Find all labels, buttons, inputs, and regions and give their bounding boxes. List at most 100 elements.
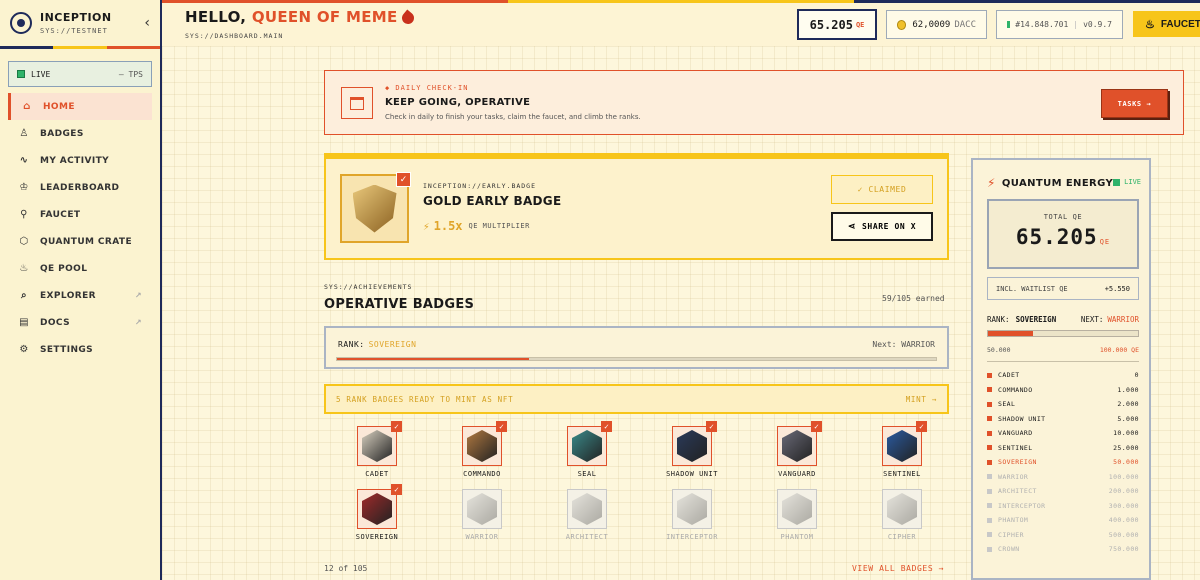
- tier-value: 2.000: [1117, 400, 1139, 409]
- view-all-badges-link[interactable]: VIEW ALL BADGES →: [852, 564, 944, 573]
- tier-value: 5.000: [1117, 414, 1139, 423]
- cube-icon: ⬡: [19, 236, 29, 247]
- tier-phantom: PHANTOM 400.000: [987, 513, 1139, 528]
- quantum-progress-fill: [988, 331, 1033, 336]
- checkmark-icon: ✓: [811, 421, 822, 432]
- coin-icon: [897, 19, 907, 30]
- next-rank: Next: WARRIOR: [872, 340, 935, 349]
- badge-name: CADET: [365, 470, 389, 478]
- tier-cadet: CADET 0: [987, 368, 1139, 383]
- checkmark-icon: ✓: [496, 421, 507, 432]
- total-qe-label: TOTAL QE: [1043, 213, 1083, 221]
- quantum-rank: RANK: SOVEREIGN NEXT: WARRIOR: [987, 315, 1139, 324]
- badge-sentinel[interactable]: ✓ SENTINEL: [849, 421, 955, 478]
- sidebar-item-docs[interactable]: ▤ DOCS ↗: [8, 309, 152, 336]
- badge-seal[interactable]: ✓ SEAL: [534, 421, 640, 478]
- badge-emblem-icon: [782, 493, 812, 525]
- dacc-balance[interactable]: 62,0009 DACC: [886, 10, 987, 39]
- chili-icon: [399, 9, 416, 26]
- collapse-sidebar-button[interactable]: ‹: [144, 15, 150, 31]
- greeting-text: HELLO,: [185, 8, 247, 26]
- trophy-icon: ♔: [19, 182, 29, 193]
- tier-marker: [987, 503, 992, 509]
- tasks-button[interactable]: TASKS →: [1101, 89, 1168, 118]
- block-info: #14.848.701 | v0.9.7: [996, 10, 1123, 39]
- live-label: LIVE: [31, 69, 51, 79]
- tier-value: 0: [1134, 371, 1139, 380]
- sidebar-item-faucet[interactable]: ⚲ FAUCET: [8, 201, 152, 228]
- tier-value: 10.000: [1113, 429, 1139, 438]
- badge-shadow-unit[interactable]: ✓ SHADOW UNIT: [639, 421, 745, 478]
- faucet-button[interactable]: ♨ FAUCET: [1133, 11, 1200, 37]
- tps-value: — TPS: [118, 69, 143, 79]
- sidebar-item-settings[interactable]: ⚙ SETTINGS: [8, 336, 152, 363]
- qe-balance[interactable]: 65.205 QE: [797, 9, 877, 40]
- external-link-icon: ↗: [134, 318, 142, 327]
- badge-icon: ♙: [19, 128, 29, 139]
- badge-emblem-icon: [887, 493, 917, 525]
- badge-emblem-icon: [467, 493, 497, 525]
- badge-emblem-icon: [677, 430, 707, 462]
- quantum-progress-track: [987, 330, 1139, 337]
- tier-marker: [987, 401, 992, 407]
- sidebar-item-leaderboard[interactable]: ♔ LEADERBOARD: [8, 174, 152, 201]
- sidebar-item-badges[interactable]: ♙ BADGES: [8, 120, 152, 147]
- checkin-tag: ◆ DAILY CHECK-IN: [385, 84, 469, 92]
- sidebar-item-home[interactable]: ⌂ HOME: [8, 93, 152, 120]
- sidebar-item-label: QUANTUM CRATE: [40, 236, 133, 247]
- badge-emblem-icon: [887, 430, 917, 462]
- badge-emblem-icon: [467, 430, 497, 462]
- share-on-x-button[interactable]: ⋖ SHARE ON X: [831, 212, 933, 241]
- sidebar-item-explorer[interactable]: ⌕ EXPLORER ↗: [8, 282, 152, 309]
- sidebar-item-my-activity[interactable]: ∿ MY ACTIVITY: [8, 147, 152, 174]
- badge-name: SEAL: [577, 470, 597, 478]
- multiplier-label: QE MULTIPLIER: [468, 222, 530, 230]
- live-indicator-icon: [17, 70, 25, 78]
- mint-banner[interactable]: 5 RANK BADGES READY TO MINT AS NFT MINT …: [324, 384, 949, 414]
- tier-value: 400.000: [1108, 516, 1139, 525]
- gold-shield-icon: [352, 184, 397, 233]
- daily-checkin-banner: ◆ DAILY CHECK-IN KEEP GOING, OPERATIVE C…: [324, 70, 1184, 135]
- tier-sentinel: SENTINEL 25.000: [987, 441, 1139, 456]
- tier-architect: ARCHITECT 200.000: [987, 484, 1139, 499]
- badge-commando[interactable]: ✓ COMMANDO: [429, 421, 535, 478]
- gear-icon: ⚙: [19, 344, 29, 355]
- rank-label-text: RANK:: [338, 340, 365, 349]
- badge-cadet[interactable]: ✓ CADET: [324, 421, 430, 478]
- badge-name: PHANTOM: [780, 533, 814, 541]
- badge-phantom[interactable]: PHANTOM: [744, 489, 850, 541]
- sidebar-item-qe-pool[interactable]: ♨ QE POOL: [8, 255, 152, 282]
- badge-interceptor[interactable]: INTERCEPTOR: [639, 489, 745, 541]
- tier-name: INTERCEPTOR: [998, 501, 1046, 510]
- divider: [987, 361, 1139, 362]
- block-status-icon: [1007, 21, 1011, 28]
- achievements-path: SYS://ACHIEVEMENTS: [324, 283, 413, 291]
- inception-logo-icon: [10, 12, 32, 34]
- tier-marker: [987, 474, 992, 480]
- checkmark-icon: ✓: [396, 172, 411, 187]
- multiplier-value: 1.5x: [433, 219, 463, 233]
- checkmark-icon: ✓: [916, 421, 927, 432]
- sidebar-item-quantum-crate[interactable]: ⬡ QUANTUM CRATE: [8, 228, 152, 255]
- badge-frame: ✓: [357, 421, 402, 466]
- waitlist-qe: INCL. WAITLIST QE +5.550: [987, 277, 1139, 300]
- mint-link[interactable]: MINT →: [906, 395, 937, 404]
- badge-architect[interactable]: ARCHITECT: [534, 489, 640, 541]
- qe-balance-unit: QE: [855, 20, 865, 29]
- tier-value: 25.000: [1113, 443, 1139, 452]
- badge-sovereign[interactable]: ✓ SOVEREIGN: [324, 484, 430, 541]
- sidebar-item-label: LEADERBOARD: [40, 182, 120, 193]
- sidebar-item-label: FAUCET: [40, 209, 81, 220]
- badge-cipher[interactable]: CIPHER: [849, 489, 955, 541]
- range-max: 100.000 QE: [1099, 346, 1139, 354]
- sidebar-item-label: SETTINGS: [40, 344, 94, 355]
- gold-badge-image: ✓: [340, 172, 411, 243]
- tier-name: WARRIOR: [998, 472, 1029, 481]
- total-qe-box: TOTAL QE 65.205 QE: [987, 199, 1139, 269]
- badge-vanguard[interactable]: ✓ VANGUARD: [744, 421, 850, 478]
- share-label: SHARE ON X: [861, 222, 917, 231]
- badge-name: ARCHITECT: [565, 533, 609, 541]
- badge-warrior[interactable]: WARRIOR: [429, 489, 535, 541]
- badge-emblem-icon: [572, 493, 602, 525]
- total-qe-value: 65.205: [1015, 225, 1098, 249]
